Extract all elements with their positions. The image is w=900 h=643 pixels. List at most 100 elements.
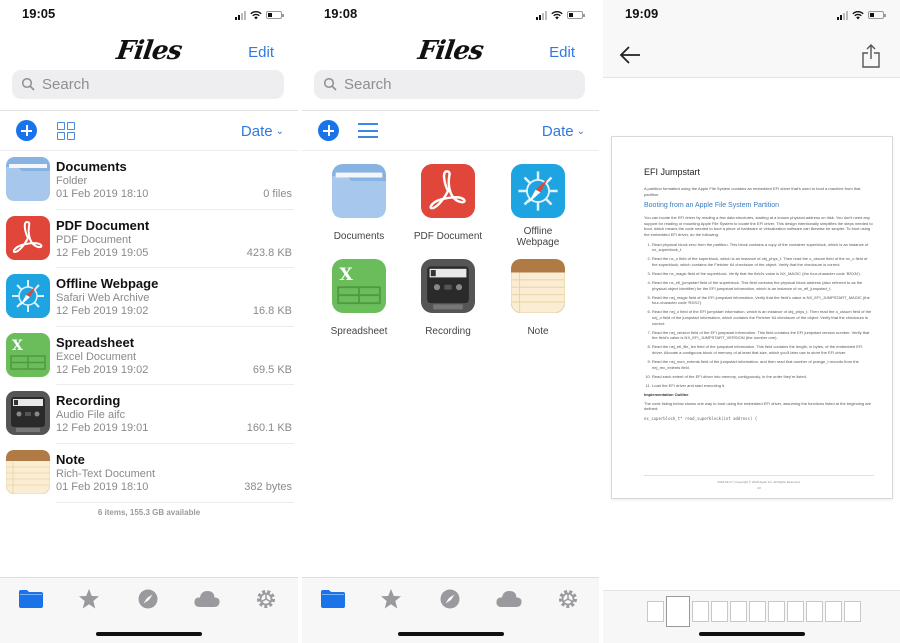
edit-button[interactable]: Edit [549,44,575,61]
grid-view-icon[interactable] [57,122,75,140]
doc-step: Read the nx_efi_jumpstart field of the s… [652,280,874,291]
pdf-icon [421,164,475,218]
spreadsheet-icon: X [332,259,386,313]
page-thumbnail[interactable] [730,601,747,622]
doc-step: Read the nej_o field of the EFI jumpstar… [652,309,874,326]
status-time: 19:08 [324,6,358,21]
tab-browser[interactable] [437,588,463,610]
file-kind: PDF Document [56,233,132,246]
gear-icon [559,590,577,608]
gear-icon [257,590,275,608]
files-list-view: 19:05 Files Edit Date⌄ Documents Folder … [0,0,298,643]
grid-item[interactable]: Recording [403,259,493,337]
signal-icon [235,10,246,20]
thumbnails [647,596,861,627]
search-input[interactable] [42,76,242,93]
status-time: 19:05 [22,6,56,21]
home-indicator [698,632,805,636]
home-indicator [96,632,202,636]
doc-step: Read the nej_efi_file_len field of the j… [652,344,874,355]
file-kind: Safari Web Archive [56,292,150,305]
sort-button[interactable]: Date ⌄ [241,123,284,140]
doc-page-number: 23 [757,486,761,490]
tab-favorites[interactable] [378,588,404,610]
grid-item[interactable]: Documents [314,164,404,242]
page-thumbnail[interactable] [647,601,664,622]
sort-button[interactable]: Date ⌄ [542,123,585,140]
list-item[interactable]: Recording Audio File aifc 12 Feb 2019 19… [0,385,298,444]
grid-item[interactable]: Offline Webpage [493,164,583,248]
status-time: 19:09 [625,6,659,21]
file-kind: Folder [56,175,88,187]
edit-button[interactable]: Edit [248,44,274,61]
page-thumbnail[interactable] [825,601,842,622]
recording-icon [421,259,475,313]
tab-settings[interactable] [253,588,279,610]
divider [0,110,298,111]
tab-cloud[interactable] [194,588,220,610]
grid-item[interactable]: X Spreadsheet [314,259,404,337]
page-thumbnail[interactable] [711,601,728,622]
doc-paragraph: You can locate the EFI driver by reading… [644,215,873,237]
page-thumbnail[interactable] [749,601,766,622]
battery-icon [266,11,284,19]
divider [302,110,599,111]
file-kind: Audio File aifc [56,409,126,422]
tab-favorites[interactable] [76,588,102,610]
plus-circle-icon[interactable] [16,120,37,141]
page-thumbnail[interactable] [692,601,709,622]
file-size: 16.8 KB [252,305,292,318]
tab-bar [302,577,599,643]
grid-item-label: Documents [333,231,385,242]
star-icon [79,589,99,609]
file-list: Documents Folder 01 Feb 2019 18:10 0 fil… [0,151,298,503]
back-arrow-icon[interactable] [619,46,641,64]
grid-item-label: Offline Webpage [516,226,560,248]
page-thumbnail[interactable] [768,601,785,622]
search-input[interactable] [344,76,544,93]
file-size: 382 bytes [244,480,292,493]
file-name: Spreadsheet [56,334,135,350]
tab-settings[interactable] [555,588,581,610]
wifi-icon [852,10,864,20]
page-thumbnail[interactable] [806,601,823,622]
status-bar: 19:08 [302,0,599,30]
svg-text:X: X [339,265,353,285]
safari-icon [511,164,565,218]
share-icon[interactable] [862,44,880,68]
file-date: 12 Feb 2019 19:02 [56,305,149,318]
tab-cloud[interactable] [496,588,522,610]
tab-bar [0,577,298,643]
tab-browse[interactable] [18,588,44,610]
folder-icon [19,590,43,608]
page-thumbnail[interactable] [787,601,804,622]
list-item[interactable]: Offline Webpage Safari Web Archive 12 Fe… [0,268,298,327]
pdf-page[interactable]: EFI Jumpstart A partition formatted usin… [611,136,893,499]
grid-item[interactable]: PDF Document [403,164,493,242]
file-size: 69.5 KB [252,363,292,376]
doc-impl-text: The code listing below shows one way to … [644,400,872,412]
file-size: 0 files [263,188,292,200]
wifi-icon [551,10,563,20]
thumbnail-strip [603,590,900,643]
list-item[interactable]: Documents Folder 01 Feb 2019 18:10 0 fil… [0,151,298,210]
list-item[interactable]: PDF Document PDF Document 12 Feb 2019 19… [0,210,298,269]
doc-heading: EFI Jumpstart [644,167,701,177]
tab-browser[interactable] [135,588,161,610]
grid-item-label: Recording [425,326,471,337]
doc-impl-heading: Implementation Outline [644,391,689,397]
page-thumbnail[interactable] [666,596,690,627]
grid-item-label: PDF Document [413,231,483,242]
battery-icon [868,11,886,19]
plus-circle-icon[interactable] [318,120,339,141]
list-item[interactable]: X Spreadsheet Excel Document 12 Feb 2019… [0,327,298,386]
cloud-icon [496,591,522,607]
tab-browse[interactable] [320,588,346,610]
search-field[interactable] [314,70,585,99]
search-field[interactable] [12,70,284,99]
folder-icon [6,157,50,201]
grid-item[interactable]: Note [493,258,583,337]
page-thumbnail[interactable] [844,601,861,622]
list-item[interactable]: Note Rich-Text Document 01 Feb 2019 18:1… [0,444,298,503]
list-view-icon[interactable] [358,123,378,138]
